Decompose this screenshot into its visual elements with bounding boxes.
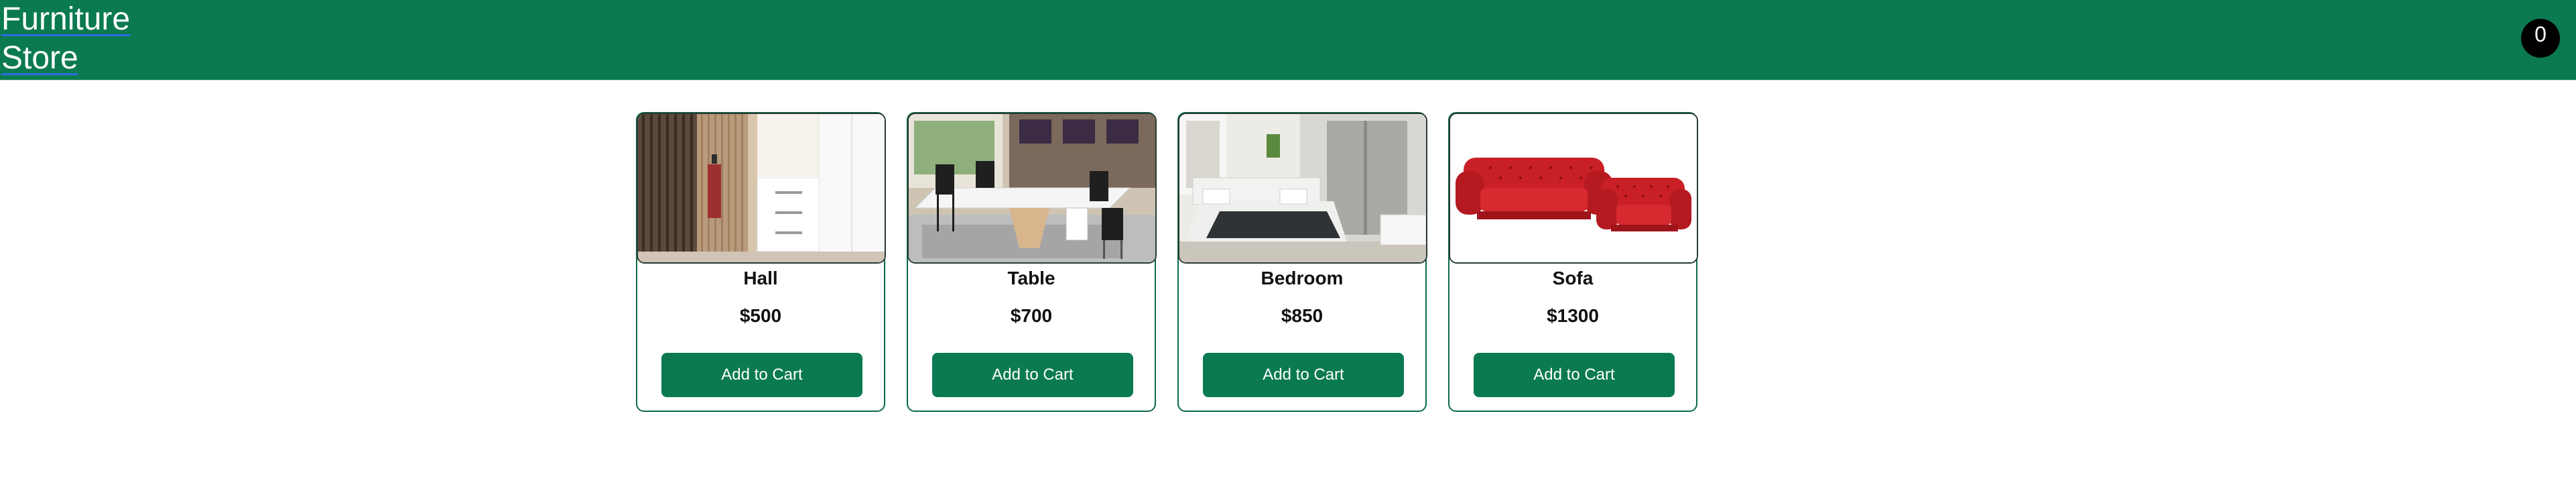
table-product-image xyxy=(907,113,1157,264)
product-card-hall: Hall $500 Add to Cart xyxy=(636,112,886,412)
product-price: $700 xyxy=(1010,305,1053,326)
add-to-cart-button-table[interactable]: Add to Cart xyxy=(932,353,1133,397)
product-name: Bedroom xyxy=(1261,268,1344,288)
product-name: Sofa xyxy=(1552,268,1594,288)
product-card-table: Table $700 Add to Cart xyxy=(907,112,1157,412)
product-price: $850 xyxy=(1281,305,1324,326)
dining-table-image xyxy=(909,114,1155,262)
top-navigation-bar: Furniture Store 0 xyxy=(0,0,2576,80)
red-sofa-image xyxy=(1450,114,1697,262)
product-card-bedroom: Bedroom $850 Add to Cart xyxy=(1177,112,1427,412)
sofa-product-image xyxy=(1449,113,1698,264)
product-price: $1300 xyxy=(1547,305,1599,326)
cart-count-badge[interactable]: 0 xyxy=(2521,19,2560,58)
product-name: Hall xyxy=(743,268,778,288)
product-name: Table xyxy=(1007,268,1055,288)
product-list: Hall $500 Add to Cart Table $700 Add to … xyxy=(636,112,1698,414)
add-to-cart-button-sofa[interactable]: Add to Cart xyxy=(1474,353,1675,397)
product-price: $500 xyxy=(739,305,782,326)
store-logo-link[interactable]: Furniture Store xyxy=(1,0,130,78)
add-to-cart-button-bedroom[interactable]: Add to Cart xyxy=(1203,353,1404,397)
product-card-sofa: Sofa $1300 Add to Cart xyxy=(1448,112,1698,412)
hall-furniture-image xyxy=(638,114,885,262)
add-to-cart-button-hall[interactable]: Add to Cart xyxy=(661,353,862,397)
bedroom-product-image xyxy=(1178,113,1427,264)
hall-product-image xyxy=(637,113,886,264)
bedroom-set-image xyxy=(1179,114,1426,262)
